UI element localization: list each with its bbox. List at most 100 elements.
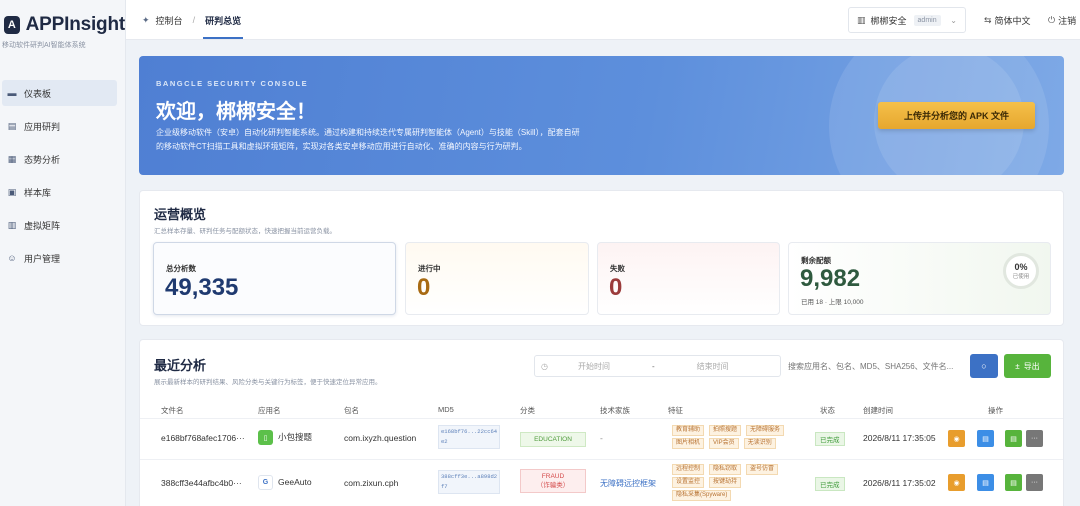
cell-md5[interactable]: 388cff3e...a898d2 f7 — [438, 470, 501, 494]
stat-card-quota: 剩余配额 9,982 已用 18 · 上限 10,000 0% 已使用 — [788, 242, 1051, 315]
sidebar-item-virtual-matrix[interactable]: ▥ 虚拟矩阵 — [2, 212, 117, 238]
sidebar-item-label: 虚拟矩阵 — [24, 220, 61, 231]
building-icon: ▥ — [857, 14, 866, 25]
view-button[interactable]: ◉ — [948, 474, 965, 491]
chevron-down-icon: ⌄ — [950, 15, 957, 25]
cell-file-name[interactable]: 388cff3e44afbc4b0··· — [161, 478, 242, 488]
app-name-text: 小包搜题 — [278, 431, 313, 442]
report-button[interactable]: ▤ — [977, 474, 994, 491]
search-icon: ○ — [981, 361, 987, 371]
column-header[interactable]: 文件名 — [161, 405, 184, 416]
feature-tag: 教育辅助 — [672, 425, 705, 436]
sidebar-item-label: 应用研判 — [24, 121, 61, 132]
user-menu[interactable]: ▥ 梆梆安全 admin ⌄ — [848, 7, 966, 33]
category-text: FRAUD — [541, 473, 565, 480]
sidebar-item-label: 仪表板 — [24, 88, 52, 99]
stat-label: 进行中 — [418, 264, 441, 273]
app-name: APPInsight — [25, 14, 126, 35]
language-label: 简体中文 — [994, 15, 1031, 26]
feature-tag: 隐私窃取 — [709, 464, 742, 475]
sidebar-item-label: 样本库 — [24, 187, 52, 198]
category-text: （诈骗类） — [536, 482, 570, 489]
column-header[interactable]: 操作 — [988, 405, 1003, 416]
category-badge: FRAUD （诈骗类） — [520, 469, 586, 493]
app-logo-icon: A — [4, 16, 20, 34]
download-icon: ▤ — [1010, 435, 1017, 443]
section-subtitle: 汇总样本存量、研判任务与配额状态，快速把握当前运营负载。 — [154, 228, 336, 235]
sidebar-item-dashboard[interactable]: ▬ 仪表板 — [2, 80, 117, 106]
column-header[interactable]: 技术家族 — [600, 405, 630, 416]
breadcrumb-overview[interactable]: 研判总览 — [203, 14, 244, 39]
recent-analysis: 最近分析 展示最新样本的研判结果、风险分类与关键行为标签，便于快速定位异常应用。… — [139, 339, 1064, 506]
column-header[interactable]: 包名 — [344, 405, 359, 416]
logout-button[interactable]: ⏻ 注销 — [1048, 0, 1076, 40]
download-icon: ▤ — [1010, 479, 1017, 487]
date-range-picker[interactable]: ◷ 开始时间 - 结束时间 — [534, 355, 781, 377]
sidebar-item-app-analysis[interactable]: ▤ 应用研判 — [2, 113, 117, 139]
column-header[interactable]: 创建时间 — [863, 405, 893, 416]
sidebar-item-situation[interactable]: ▦ 态势分析 — [2, 146, 117, 172]
stat-label: 失败 — [610, 264, 625, 273]
grid-icon: ▥ — [7, 219, 17, 230]
breadcrumb: ✦ 控制台 / 研判总览 — [142, 0, 244, 40]
cell-family[interactable]: 无障碍远控框架 — [600, 478, 656, 489]
stat-value: 0 — [417, 274, 431, 301]
end-date-input[interactable]: 结束时间 — [697, 361, 729, 372]
more-button[interactable]: ··· — [1026, 474, 1043, 491]
app-name-text: GeeAuto — [278, 476, 312, 487]
stat-card-in-progress: 进行中 0 — [405, 242, 589, 315]
category-text: EDUCATION — [534, 436, 572, 443]
quota-usage-label: 已使用 — [1012, 274, 1030, 280]
cell-file-name[interactable]: e168bf768afec1706··· — [161, 433, 245, 443]
md5-line: e2 — [441, 438, 448, 445]
cell-package: com.ixyzh.question — [344, 433, 417, 443]
more-icon: ··· — [1031, 435, 1038, 442]
start-date-input[interactable]: 开始时间 — [578, 361, 610, 372]
column-header[interactable]: MD5 — [438, 405, 454, 414]
document-icon: ▤ — [7, 120, 17, 131]
breadcrumb-console[interactable]: 控制台 — [156, 14, 183, 27]
feature-tag: 设置监控 — [672, 477, 705, 488]
feature-tag: 盗号仿冒 — [746, 464, 779, 475]
table-row[interactable]: 388cff3e44afbc4b0··· G GeeAuto com.zixun.… — [140, 459, 1063, 504]
stat-value: 0 — [609, 274, 623, 301]
cell-md5[interactable]: e168bf76...22cc64 e2 — [438, 425, 501, 449]
feature-tag: 按键劫持 — [709, 477, 742, 488]
column-header[interactable]: 应用名 — [258, 405, 281, 416]
status-badge: 已完成 — [815, 477, 845, 491]
upload-apk-button[interactable]: 上传并分析您的 APK 文件 — [878, 102, 1035, 129]
feature-tag: 无读识别 — [743, 438, 776, 449]
export-button[interactable]: ± 导出 — [1004, 354, 1051, 378]
user-icon: ☺ — [7, 253, 17, 263]
banner-description-line: 的移动软件CT扫描工具和虚拟环境矩阵，实现对各类安卓移动应用进行自动化、准确的内… — [156, 142, 527, 151]
more-button[interactable]: ··· — [1026, 430, 1043, 447]
cell-app-name: G GeeAuto — [258, 475, 312, 490]
section-title: 最近分析 — [154, 358, 207, 373]
report-button[interactable]: ▤ — [977, 430, 994, 447]
cell-app-name: ▯ 小包搜题 — [258, 430, 312, 445]
search-input[interactable] — [788, 355, 965, 377]
language-switch[interactable]: ⇆ 简体中文 — [984, 0, 1031, 40]
search-button[interactable]: ○ — [970, 354, 998, 378]
translate-icon: ⇆ — [984, 14, 992, 25]
sidebar: A APPInsight 移动软件研判AI智能体系统 ▬ 仪表板 ▤ 应用研判 … — [0, 0, 126, 506]
sidebar-item-samples[interactable]: ▣ 样本库 — [2, 179, 117, 205]
column-header[interactable]: 特征 — [668, 405, 683, 416]
file-icon: ▤ — [982, 479, 989, 487]
feature-tag: 无障碍服务 — [746, 425, 785, 436]
column-header[interactable]: 分类 — [520, 405, 535, 416]
table-row[interactable]: e168bf768afec1706··· ▯ 小包搜题 com.ixyzh.que… — [140, 418, 1063, 458]
feature-tags: 远程控制 隐私窃取 盗号仿冒 设置监控 按键劫持 隐私采集(Spyware) — [672, 464, 794, 501]
download-button[interactable]: ▤ — [1005, 474, 1022, 491]
download-button[interactable]: ▤ — [1005, 430, 1022, 447]
sidebar-item-users[interactable]: ☺ 用户管理 — [2, 245, 117, 271]
status-badge: 已完成 — [815, 432, 845, 446]
view-button[interactable]: ◉ — [948, 430, 965, 447]
column-header[interactable]: 状态 — [820, 405, 835, 416]
eye-icon: ◉ — [953, 479, 960, 487]
stat-card-failed: 失败 0 — [597, 242, 780, 315]
md5-line: e168bf76...22cc64 — [441, 428, 498, 435]
quota-usage-text: 已用 18 · 上限 10,000 — [801, 299, 864, 306]
sidebar-nav: ▬ 仪表板 ▤ 应用研判 ▦ 态势分析 ▣ 样本库 ▥ 虚拟矩阵 ☺ 用户管理 — [0, 80, 125, 271]
banner-description-line: 企业级移动软件（安卓）自动化研判智能系统。通过构建和持续迭代专属研判智能体（Ag… — [156, 128, 580, 137]
